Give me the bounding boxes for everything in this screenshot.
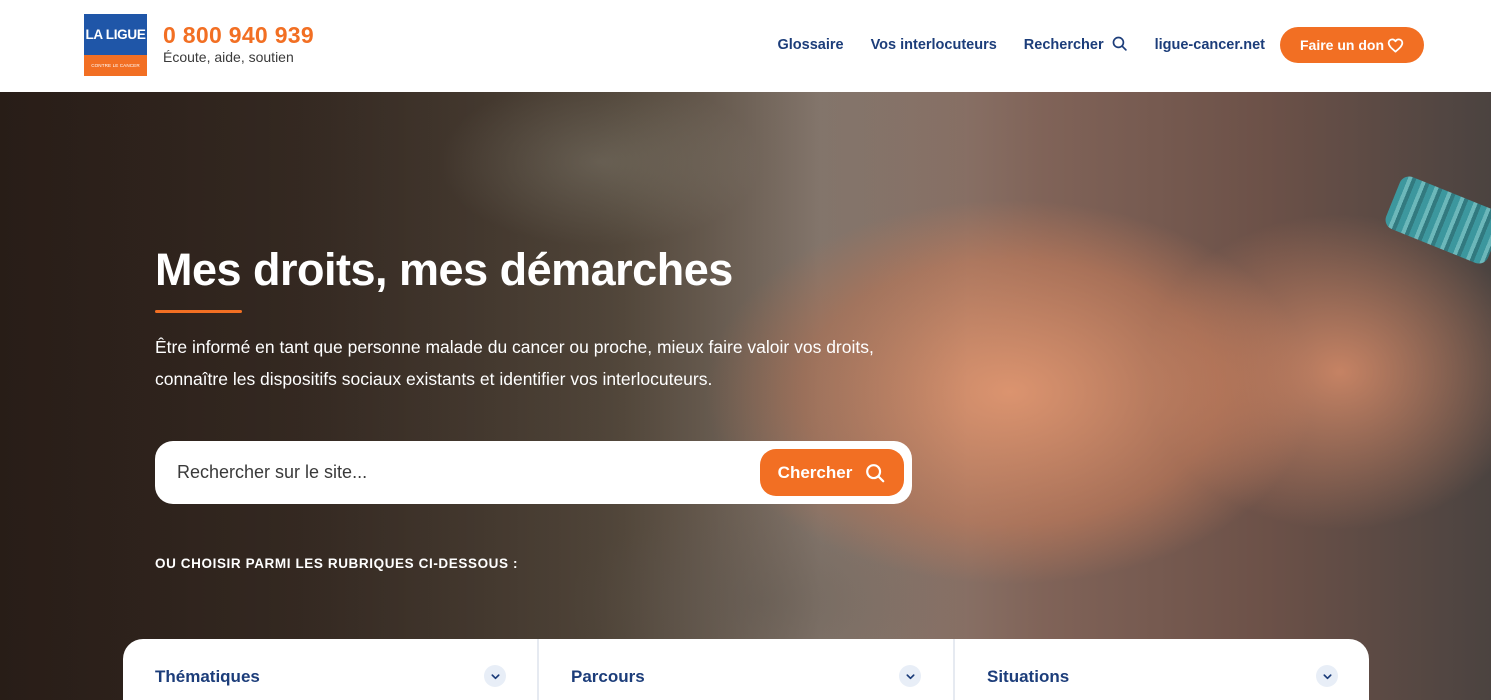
donate-label: Faire un don <box>1300 37 1384 53</box>
category-label: Situations <box>987 667 1070 686</box>
page-title: Mes droits, mes démarches <box>155 244 733 295</box>
search-input[interactable] <box>177 441 737 504</box>
nav-rechercher-label: Rechercher <box>1023 37 1104 53</box>
nav-ligue-cancer-link[interactable]: ligue-cancer.net <box>1155 37 1265 53</box>
donate-button[interactable]: Faire un don <box>1280 27 1424 63</box>
category-thematiques[interactable]: Thématiques <box>123 639 537 700</box>
category-cards: Thématiques Parcours Situations <box>123 639 1369 700</box>
helpline-phone[interactable]: 0 800 940 939 <box>163 22 314 49</box>
search-submit-label: Chercher <box>777 462 853 482</box>
nav-rechercher[interactable]: Rechercher <box>1024 35 1128 56</box>
nav-ligue-cancer-label: ligue-cancer.net <box>1154 37 1265 53</box>
hero-section: Mes droits, mes démarches Être informé e… <box>0 92 1491 700</box>
main-nav: Glossaire Vos interlocuteurs Rechercher … <box>777 27 1424 63</box>
helpline-tagline: Écoute, aide, soutien <box>163 49 294 65</box>
search-icon <box>1111 35 1128 56</box>
nav-interlocuteurs-label: Vos interlocuteurs <box>870 37 997 53</box>
nav-interlocuteurs[interactable]: Vos interlocuteurs <box>871 37 997 53</box>
la-ligue-logo[interactable]: LA LIGUE CONTRE LE CANCER <box>84 14 147 76</box>
chevron-down-icon[interactable] <box>484 665 506 687</box>
hero-background-overlay <box>0 92 1491 700</box>
category-parcours[interactable]: Parcours <box>537 639 953 700</box>
nav-glossaire-label: Glossaire <box>777 37 844 53</box>
category-label: Parcours <box>571 667 645 686</box>
hero-description: Être informé en tant que personne malade… <box>155 337 874 389</box>
search-icon <box>864 462 886 484</box>
category-situations[interactable]: Situations <box>953 639 1369 700</box>
category-label: Thématiques <box>155 667 260 686</box>
site-header: LA LIGUE CONTRE LE CANCER 0 800 940 939 … <box>0 0 1491 92</box>
chevron-down-icon[interactable] <box>899 665 921 687</box>
nav-glossaire[interactable]: Glossaire <box>777 37 843 53</box>
logo-subtitle: CONTRE LE CANCER <box>84 55 147 76</box>
categories-intro: OU CHOISIR PARMI LES RUBRIQUES CI-DESSOU… <box>155 556 519 571</box>
chevron-down-icon[interactable] <box>1316 665 1338 687</box>
logo-title: LA LIGUE <box>85 27 146 42</box>
search-submit-button[interactable]: Chercher <box>760 449 904 496</box>
heart-icon <box>1387 37 1404 53</box>
title-underline <box>155 310 242 313</box>
site-search-form: Chercher <box>155 441 912 504</box>
